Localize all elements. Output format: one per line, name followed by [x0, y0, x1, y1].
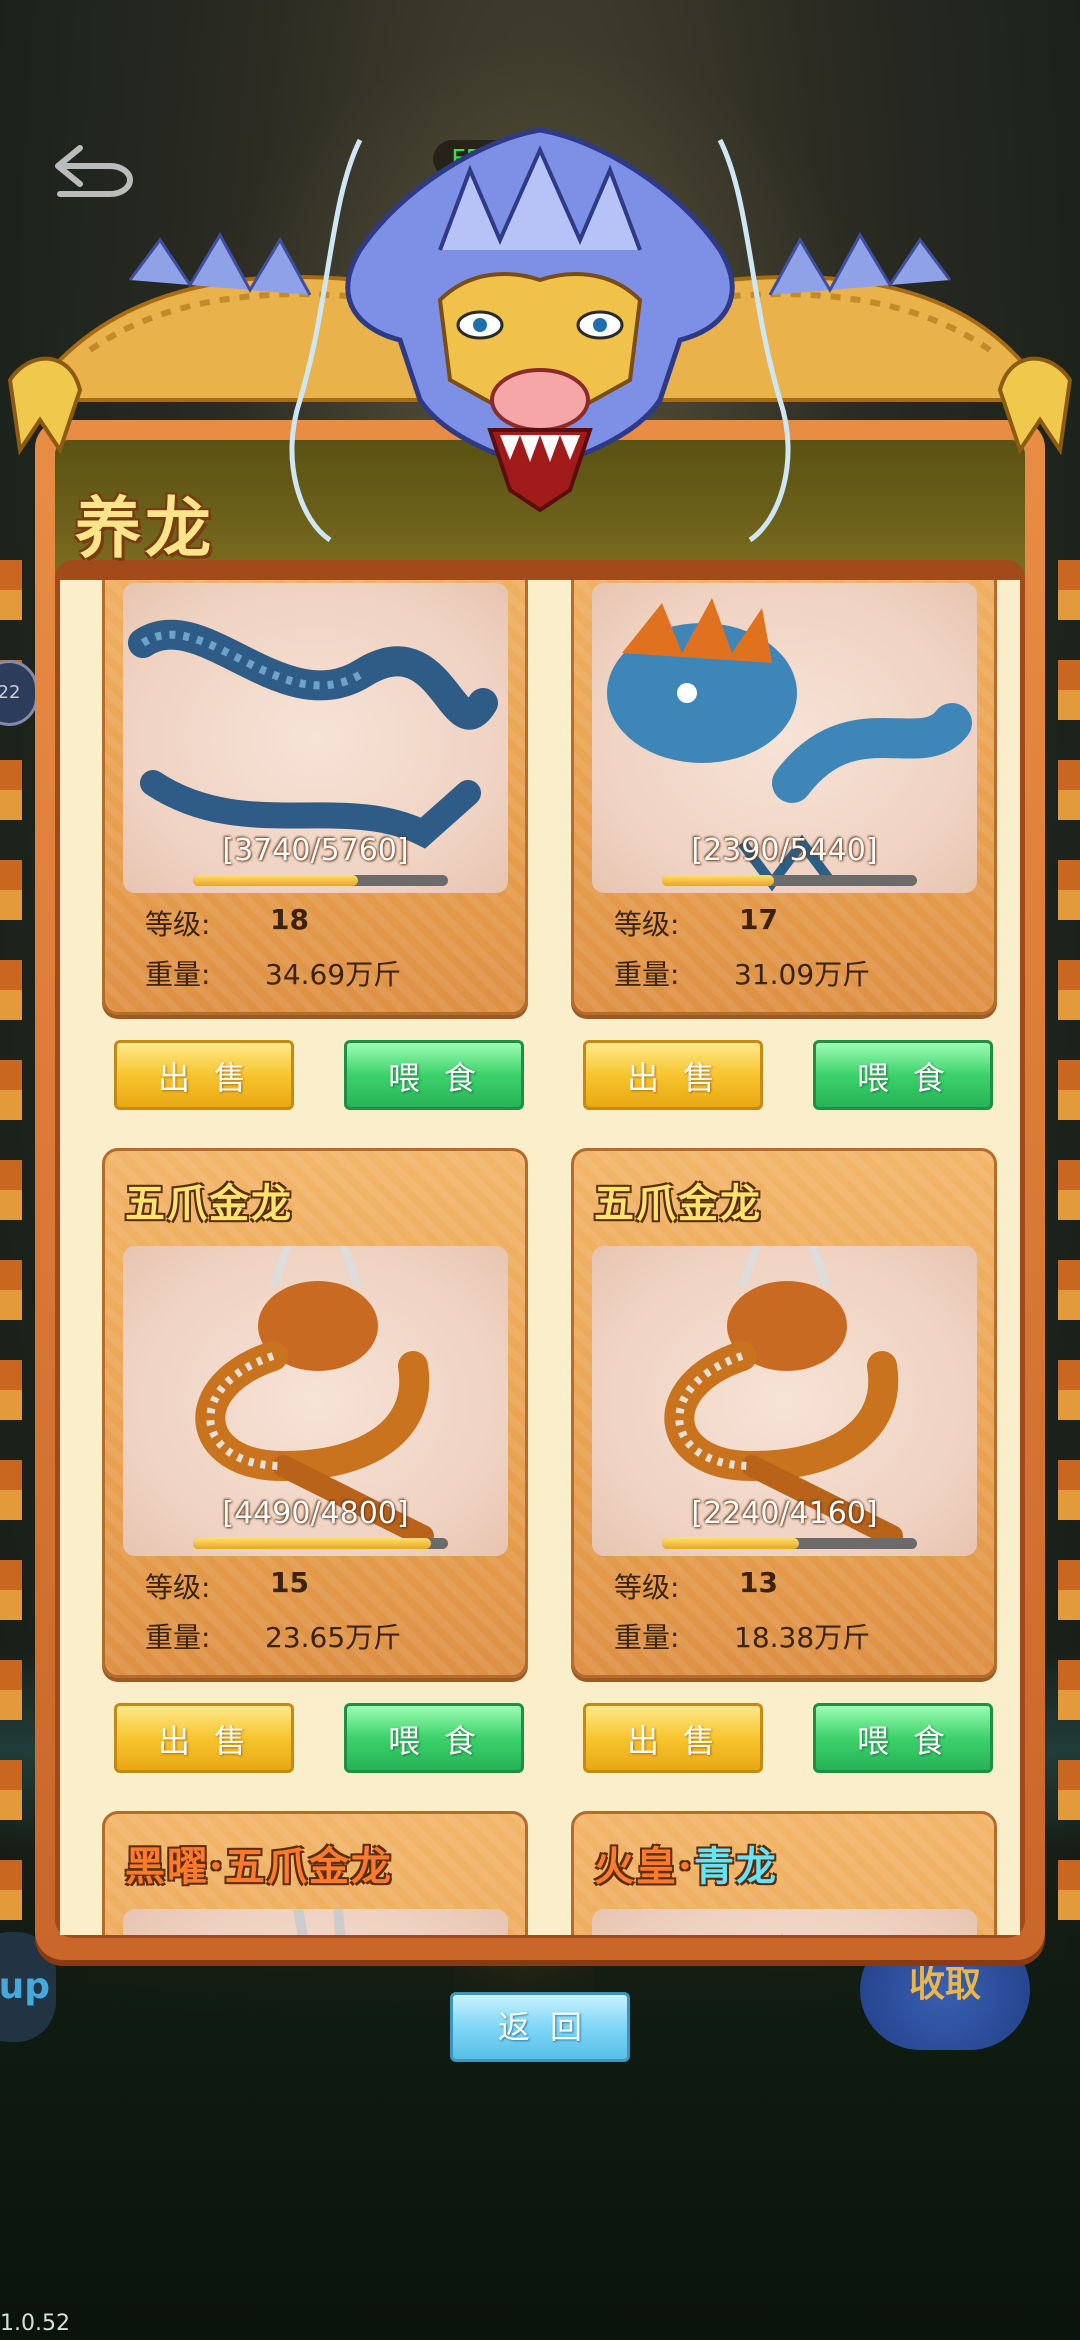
level-row: 等级: 18 [145, 903, 309, 943]
dragon-name-prefix: 火皇· [594, 1843, 694, 1890]
progress-bar [662, 1538, 917, 1549]
weight-value: 18.38万斤 [734, 1621, 871, 1654]
dragon-portrait [123, 1909, 508, 1935]
fps-counter: FPS62 [433, 140, 547, 178]
level-row: 等级: 13 [614, 1566, 778, 1606]
dragon-name: 五爪金龙 [125, 1180, 293, 1227]
dragon-name-suffix: 青龙 [693, 1843, 778, 1890]
obsidian-dragon-image [293, 1909, 346, 1935]
dragon-name: 五爪金龙 [594, 1180, 762, 1227]
weight-value: 31.09万斤 [734, 958, 871, 991]
progress-text: [2240/4160] [691, 1496, 878, 1531]
level-row: 等级: 17 [614, 903, 778, 943]
feed-button[interactable]: 喂食 [344, 1703, 524, 1773]
feed-button[interactable]: 喂食 [813, 1040, 993, 1110]
weight-label: 重量: [614, 1621, 680, 1654]
level-label: 等级: [614, 1571, 680, 1604]
dragon-portrait: [4490/4800] [123, 1246, 508, 1556]
dragon-name: 黑曜·五爪金龙 [125, 1843, 393, 1890]
feed-button[interactable]: 喂食 [813, 1703, 993, 1773]
left-border-spikes [0, 560, 22, 1960]
level-value: 17 [739, 903, 778, 936]
weight-label: 重量: [614, 958, 680, 991]
weight-label: 重量: [145, 958, 211, 991]
dragon-name: 火皇·青龙 [594, 1834, 778, 1892]
sell-button[interactable]: 出售 [114, 1040, 294, 1110]
progress-bar [662, 875, 917, 886]
return-button[interactable]: 返回 [450, 1992, 630, 2062]
weight-row: 重量: 18.38万斤 [614, 1616, 870, 1656]
weight-value: 23.65万斤 [265, 1621, 402, 1654]
level-label: 等级: [145, 1571, 211, 1604]
progress-bar [193, 1538, 448, 1549]
level-row: 等级: 15 [145, 1566, 309, 1606]
weight-row: 重量: 34.69万斤 [145, 953, 401, 993]
progress-bar [193, 875, 448, 886]
dragon-portrait: [2240/4160] [592, 1246, 977, 1556]
level-label: 等级: [145, 908, 211, 941]
panel-title: 养龙 [75, 489, 215, 567]
version-label: 1.0.52 [0, 2311, 70, 2336]
level-value: 18 [270, 903, 309, 936]
sell-button[interactable]: 出售 [114, 1703, 294, 1773]
weight-row: 重量: 23.65万斤 [145, 1616, 401, 1656]
dragon-list[interactable]: [3740/5760] 等级: 18 重量: 34.69万斤 出售 喂食 [23… [60, 580, 1020, 1935]
level-value: 15 [270, 1566, 309, 1599]
progress-text: [4490/4800] [222, 1496, 409, 1531]
dragon-portrait: [2390/5440] [592, 583, 977, 893]
dragon-portrait: [3740/5760] [123, 583, 508, 893]
right-border-spikes [1058, 560, 1080, 1960]
weight-label: 重量: [145, 1621, 211, 1654]
level-value: 13 [739, 1566, 778, 1599]
fire-emperor-dragon-image [781, 1934, 783, 1935]
back-arrow-icon[interactable] [50, 140, 140, 200]
sell-button[interactable]: 出售 [583, 1703, 763, 1773]
weight-value: 34.69万斤 [265, 958, 402, 991]
dragon-portrait [592, 1909, 977, 1935]
weight-row: 重量: 31.09万斤 [614, 953, 870, 993]
progress-text: [2390/5440] [691, 833, 878, 868]
feed-button[interactable]: 喂食 [344, 1040, 524, 1110]
sell-button[interactable]: 出售 [583, 1040, 763, 1110]
level-label: 等级: [614, 908, 680, 941]
progress-text: [3740/5760] [222, 833, 409, 868]
